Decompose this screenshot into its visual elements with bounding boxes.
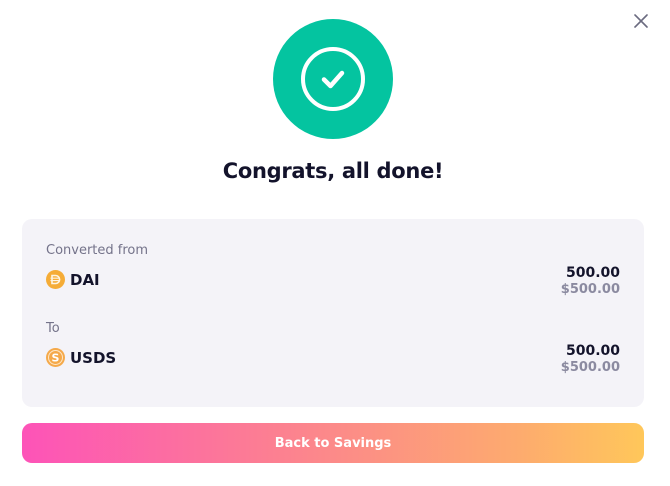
- from-token-name: DAI: [70, 270, 100, 289]
- to-token-name: USDS: [70, 348, 117, 367]
- to-amount: 500.00: [565, 343, 620, 359]
- svg-text:S: S: [52, 352, 60, 365]
- conversion-summary: Converted from DAI 500.00 $500.00 To S U…: [22, 219, 644, 407]
- close-icon: [634, 14, 648, 28]
- from-amount-block: 500.00 $500.00: [561, 265, 620, 298]
- close-button[interactable]: [630, 10, 652, 32]
- success-badge: [273, 19, 393, 139]
- to-amount-usd: $500.00: [560, 360, 620, 375]
- to-token: S USDS: [46, 348, 116, 367]
- usds-token-icon: S: [46, 348, 65, 367]
- from-token: DAI: [46, 270, 100, 289]
- from-label: Converted from: [46, 243, 149, 258]
- from-amount: 500.00: [565, 265, 620, 281]
- check-circle-icon: [301, 47, 365, 111]
- back-to-savings-button[interactable]: Back to Savings: [22, 423, 644, 463]
- dialog-title: Congrats, all done!: [222, 159, 444, 183]
- to-label: To: [46, 321, 60, 336]
- dai-token-icon: [46, 270, 65, 289]
- from-amount-usd: $500.00: [560, 282, 620, 297]
- to-amount-block: 500.00 $500.00: [561, 343, 620, 376]
